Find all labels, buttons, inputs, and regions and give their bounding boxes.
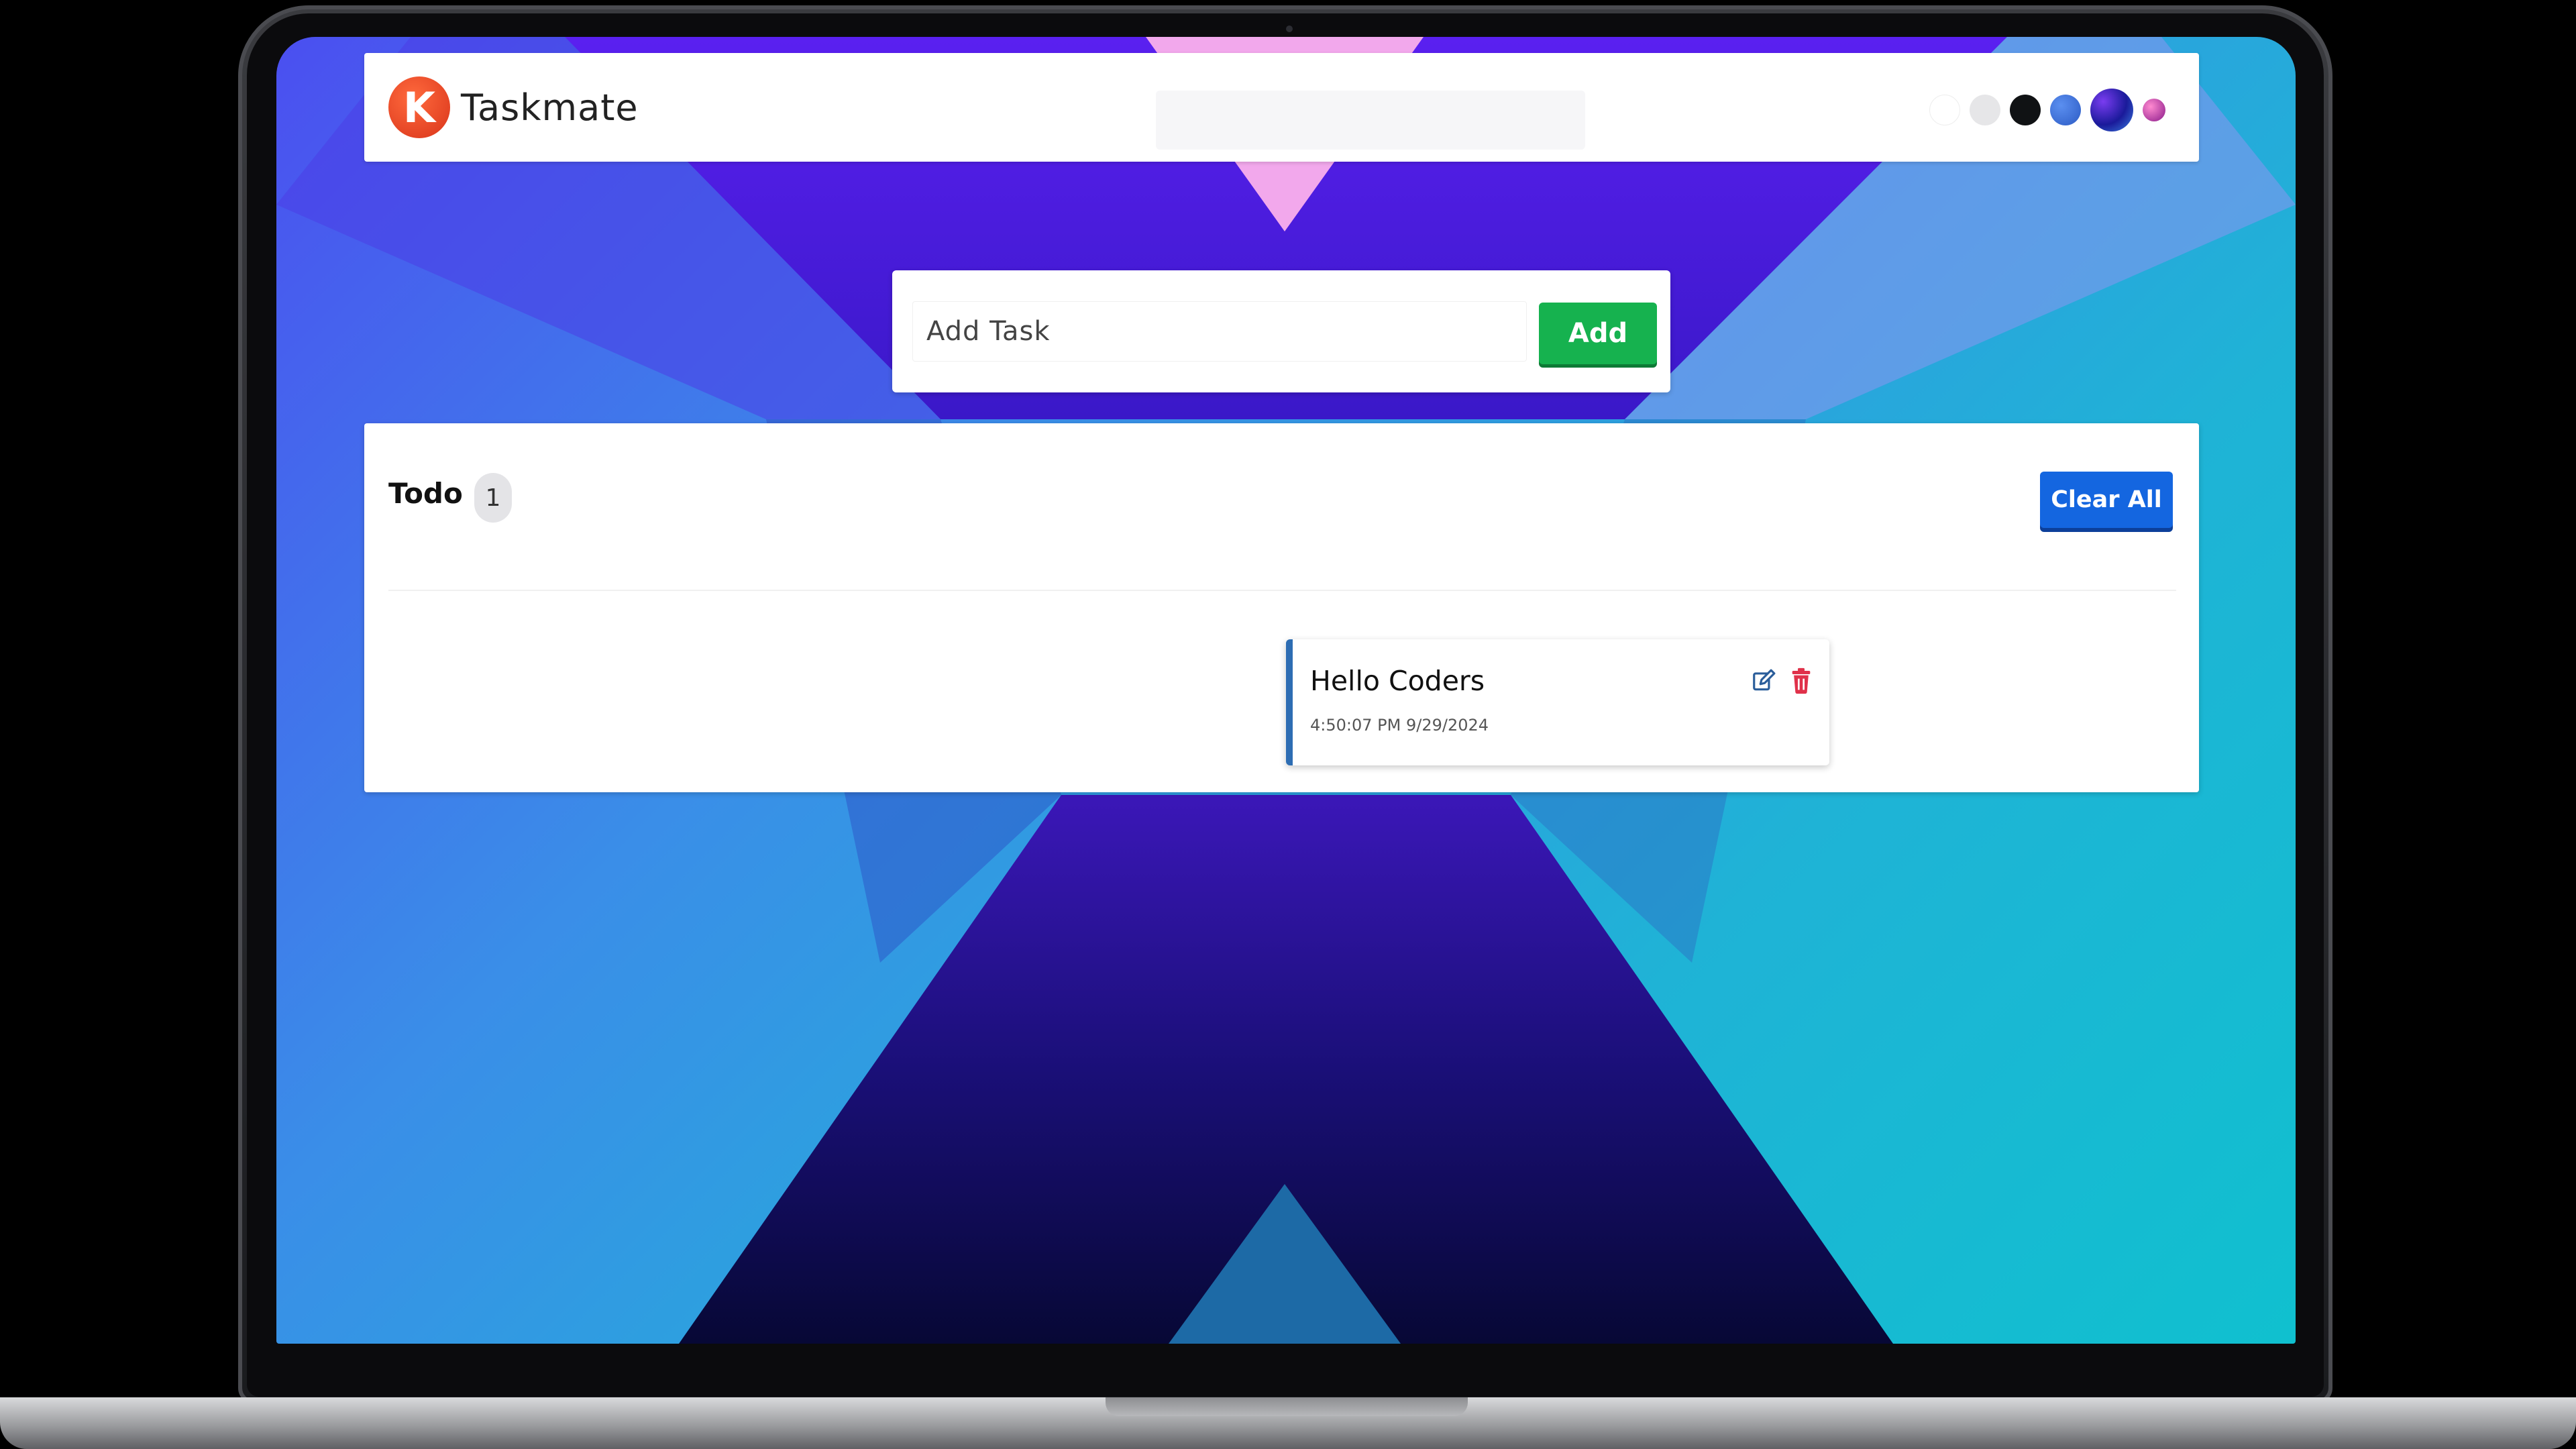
todo-count-badge: 1 <box>474 473 512 523</box>
theme-swatch-pink-gradient[interactable] <box>2143 99 2165 121</box>
task-actions <box>1750 666 1815 696</box>
app-logo[interactable]: K <box>388 76 450 138</box>
theme-swatch-blue[interactable] <box>2050 95 2081 125</box>
trash-icon[interactable] <box>1788 666 1815 696</box>
clear-all-button[interactable]: Clear All <box>2040 472 2173 528</box>
logo-letter: K <box>402 83 436 132</box>
app-name: Taskmate <box>461 87 639 129</box>
theme-swatch-light-gray[interactable] <box>1970 95 2000 125</box>
theme-swatch-black[interactable] <box>2010 95 2041 125</box>
navbar-placeholder <box>1156 91 1585 150</box>
camera-dot <box>1286 25 1293 32</box>
theme-swatch-purple-gradient[interactable] <box>2090 89 2133 131</box>
add-task-input[interactable] <box>912 301 1527 362</box>
edit-icon[interactable] <box>1750 666 1777 696</box>
add-task-button[interactable]: Add <box>1539 303 1657 364</box>
add-task-card: Add <box>892 270 1670 392</box>
theme-swatches <box>1929 80 2165 140</box>
todo-divider <box>388 590 2176 591</box>
task-card: Hello Coders 4:50:07 PM 9/29/2024 <box>1286 639 1829 765</box>
theme-swatch-white[interactable] <box>1929 95 1960 125</box>
top-navbar: K Taskmate <box>364 53 2199 162</box>
task-title: Hello Coders <box>1310 665 1485 697</box>
device-frame: K Taskmate Add Todo 1 Clear All <box>0 0 2576 1449</box>
laptop-base-notch <box>1106 1397 1468 1416</box>
task-timestamp: 4:50:07 PM 9/29/2024 <box>1310 716 1489 735</box>
todo-panel: Todo 1 Clear All Hello Coders 4:50:07 PM… <box>364 423 2199 792</box>
todo-heading: Todo <box>388 477 463 510</box>
app-screen: K Taskmate Add Todo 1 Clear All <box>276 37 2296 1344</box>
